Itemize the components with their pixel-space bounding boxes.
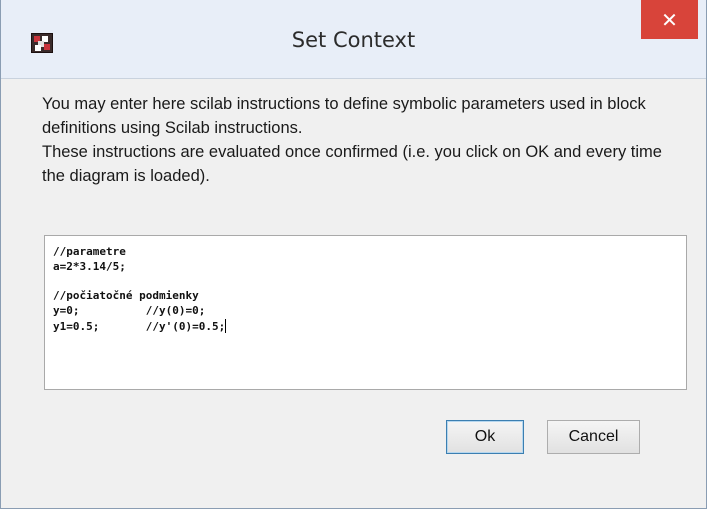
editor-line: //parametre — [53, 245, 126, 258]
context-editor[interactable]: //parametre a=2*3.14/5; //počiatočné pod… — [44, 235, 687, 390]
set-context-dialog: Set Context ✕ You may enter here scilab … — [0, 0, 707, 509]
instructions-text: You may enter here scilab instructions t… — [42, 92, 682, 188]
text-cursor — [225, 318, 227, 333]
cancel-button[interactable]: Cancel — [547, 420, 640, 454]
editor-line-text: y1=0.5; //y'(0)=0.5; — [53, 319, 226, 333]
title-bar: Set Context ✕ — [1, 0, 706, 79]
dialog-title: Set Context — [291, 28, 416, 52]
editor-line-last: y1=0.5; //y'(0)=0.5; — [53, 318, 686, 334]
instructions-line: These instructions are evaluated once co… — [42, 143, 662, 185]
editor-line: //počiatočné podmienky — [53, 289, 199, 303]
close-icon: ✕ — [661, 7, 678, 32]
close-button[interactable]: ✕ — [641, 0, 698, 39]
ok-button[interactable]: Ok — [446, 420, 524, 454]
editor-line: a=2*3.14/5; — [53, 259, 126, 273]
editor-line: y=0; //y(0)=0; — [53, 304, 206, 318]
instructions-line: You may enter here scilab instructions t… — [42, 95, 646, 137]
